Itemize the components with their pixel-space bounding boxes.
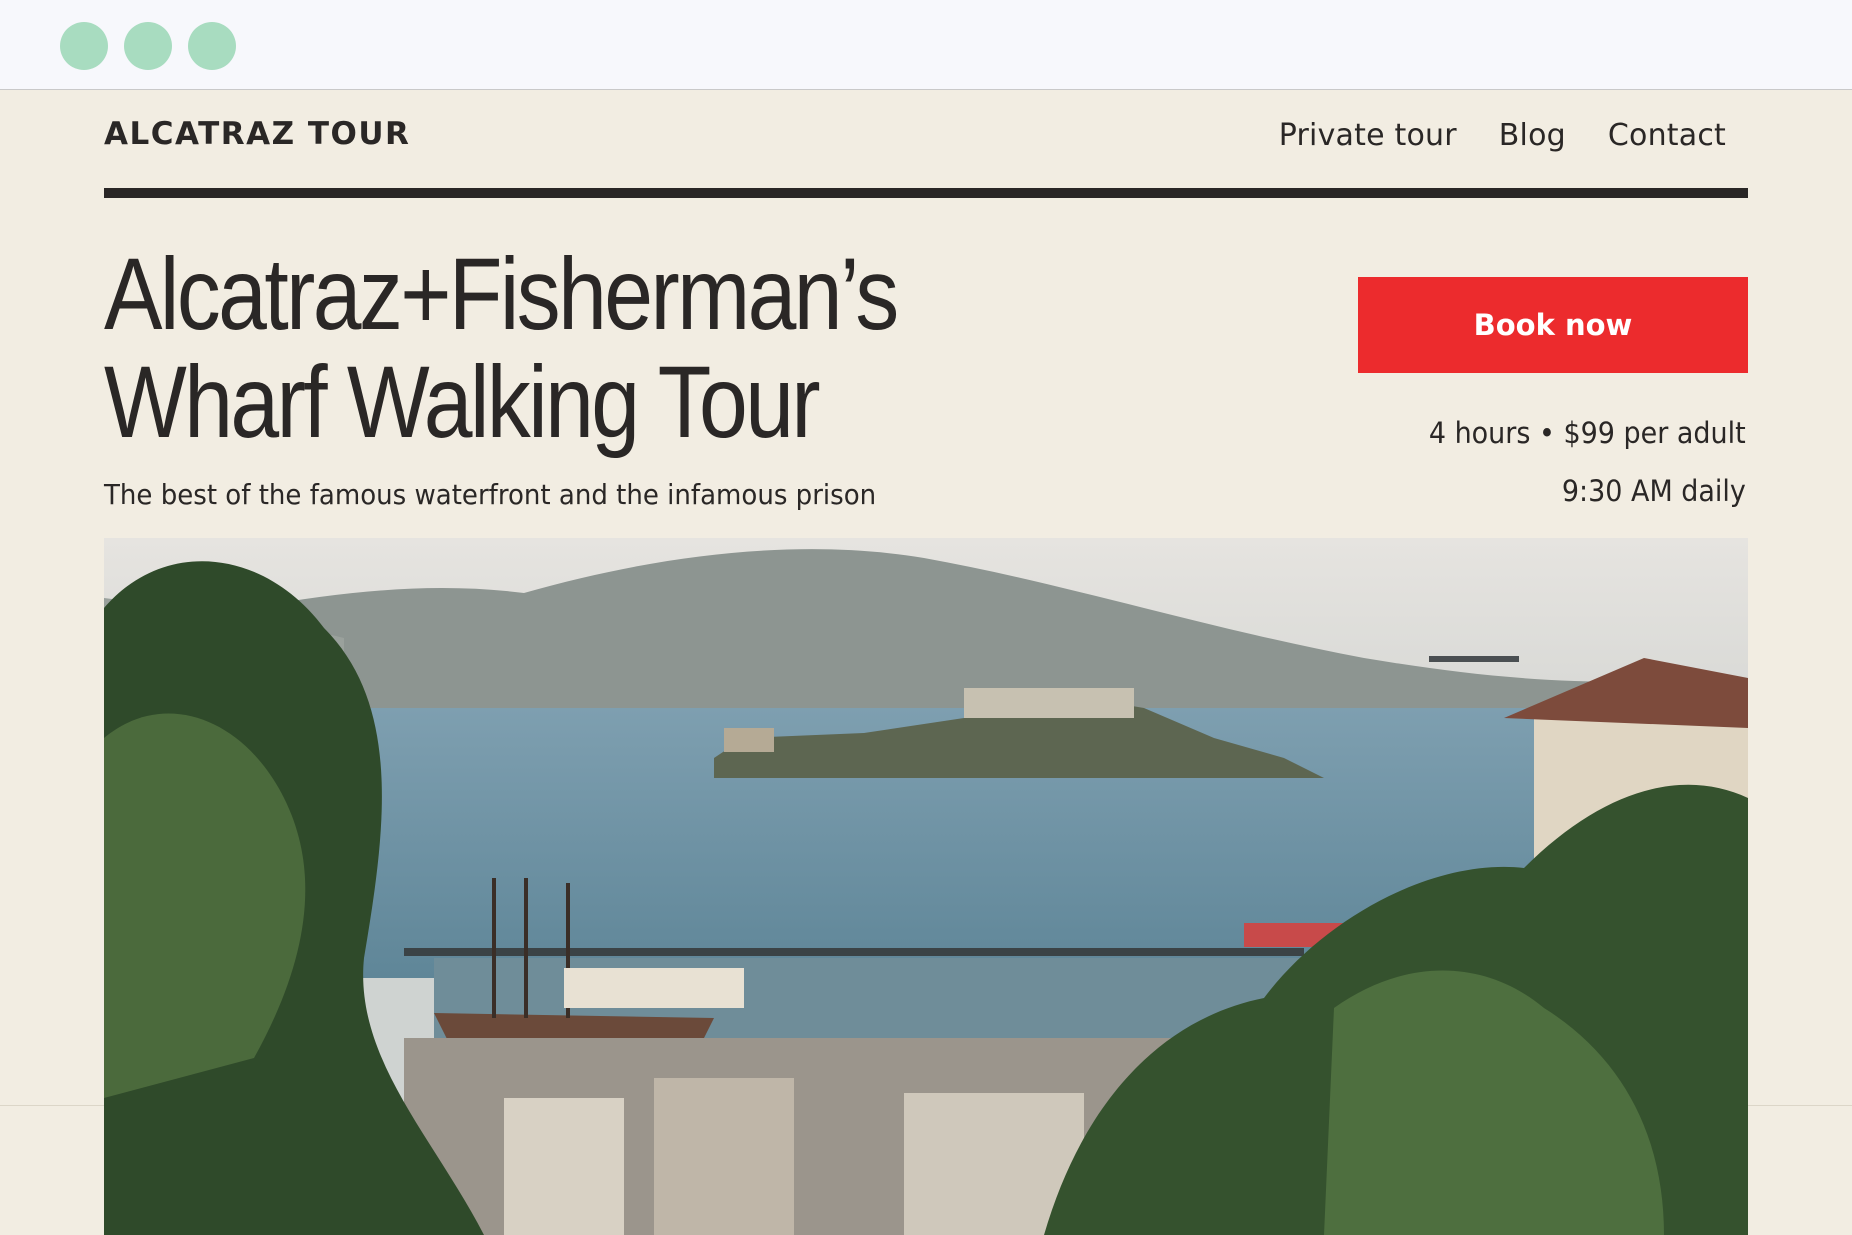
ferry-boat [564,968,744,1008]
site-logo[interactable]: ALCATRAZ TOUR [104,116,410,152]
title-line-1: Alcatraz+Fisherman’s [104,237,899,351]
prison-building [964,688,1134,718]
title-line-2: Wharf Walking Tour [104,345,821,459]
window-close-dot[interactable] [60,22,108,70]
book-now-button[interactable]: Book now [1358,277,1748,373]
nav-contact[interactable]: Contact [1608,118,1726,153]
schedule-time: 9:30 AM daily [1561,474,1746,508]
street-lamp-pole [1429,656,1519,662]
ship-mast-2 [524,878,528,1018]
nav-blog[interactable]: Blog [1499,118,1566,153]
page: ALCATRAZ TOUR Private tour Blog Contact … [0,90,1852,1235]
content-column: ALCATRAZ TOUR Private tour Blog Contact … [104,90,1748,1235]
window-maximize-dot[interactable] [188,22,236,70]
ship-mast-1 [492,878,496,1018]
pier [404,948,1304,956]
island-building [724,728,774,752]
nav-private-tour[interactable]: Private tour [1279,118,1457,153]
page-title: Alcatraz+Fisherman’s Wharf Walking Tour [104,240,947,456]
building-1 [504,1098,624,1235]
building-2 [654,1078,794,1235]
duration-price: 4 hours • $99 per adult [1429,416,1746,450]
hero-photo [104,538,1748,1235]
browser-chrome [0,0,1852,90]
page-subtitle: The best of the famous waterfront and th… [104,478,877,511]
site-header: ALCATRAZ TOUR Private tour Blog Contact [104,90,1748,198]
window-minimize-dot[interactable] [124,22,172,70]
main-nav: Private tour Blog Contact [1279,118,1726,153]
hero-photo-illustration [104,538,1748,1235]
